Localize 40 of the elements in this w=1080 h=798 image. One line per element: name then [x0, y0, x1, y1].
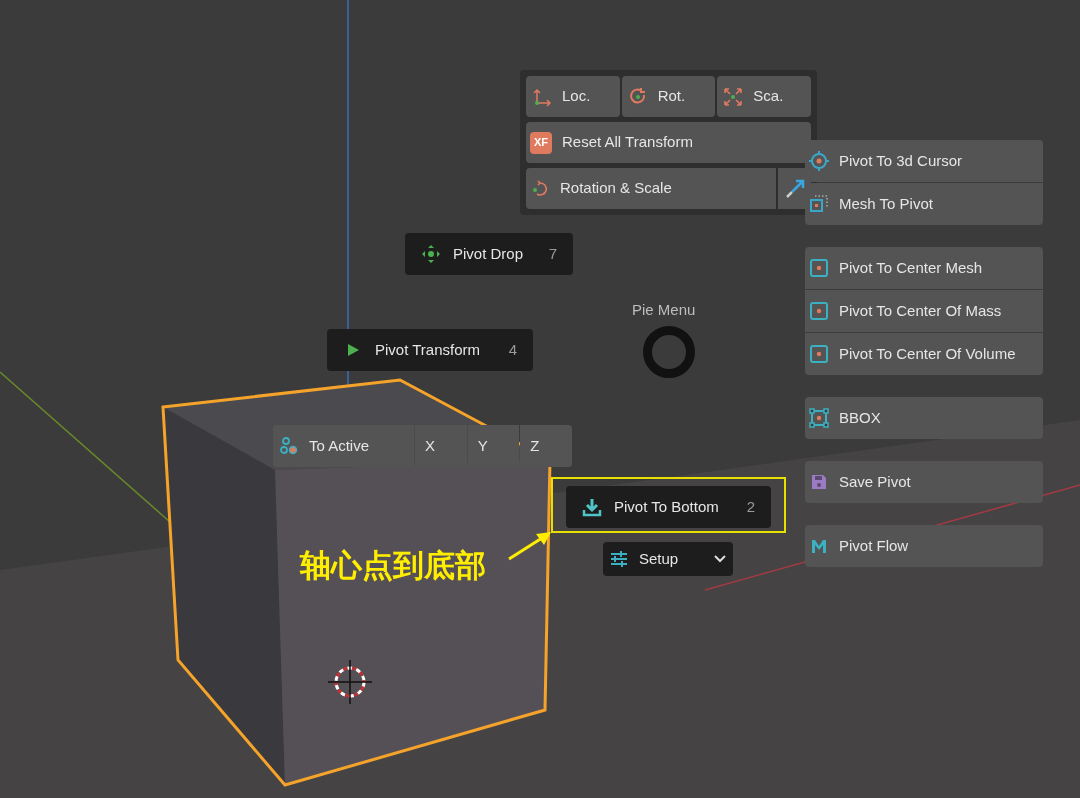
- reset-transform-button[interactable]: XF Reset All Transform: [526, 122, 811, 163]
- rotation-scale-button[interactable]: Rotation & Scale: [526, 168, 776, 209]
- setup-dropdown[interactable]: Setup: [603, 542, 733, 576]
- xf-icon: XF: [530, 131, 552, 154]
- transform-axis-button[interactable]: Sca.: [717, 76, 811, 117]
- pivot-option-button[interactable]: Pivot To Center Mesh: [805, 247, 1043, 289]
- pivot-option-button[interactable]: Pivot Flow: [805, 525, 1043, 567]
- pivot-option-button[interactable]: Pivot To 3d Cursor: [805, 140, 1043, 182]
- hotkey-number: 7: [548, 243, 557, 264]
- pivot-option-button[interactable]: Mesh To Pivot: [805, 183, 1043, 225]
- axis-arrows-icon: [532, 86, 552, 107]
- sliders-icon: [609, 549, 629, 569]
- to-active-button[interactable]: To Active: [273, 425, 414, 467]
- axis-button[interactable]: Y: [467, 425, 520, 467]
- pivot-option-button[interactable]: Save Pivot: [805, 461, 1043, 503]
- axis-button[interactable]: X: [415, 425, 467, 467]
- pie-menu-item[interactable]: Pivot To Bottom 2: [566, 486, 771, 528]
- pivot-option-button[interactable]: BBOX: [805, 397, 1043, 439]
- pivot-option-button[interactable]: Pivot To Center Of Volume: [805, 333, 1043, 375]
- transform-axis-button[interactable]: Rot.: [621, 76, 716, 117]
- transform-axis-button[interactable]: Loc.: [526, 76, 620, 117]
- undo-rotation-icon: [530, 178, 550, 199]
- pivot-option-button[interactable]: Pivot To Center Of Mass: [805, 290, 1043, 332]
- axis-button[interactable]: Z: [520, 425, 572, 467]
- move-arrows-icon: [421, 244, 441, 264]
- target-icon: [809, 151, 829, 171]
- pie-menu-item[interactable]: Pivot Drop 7: [405, 233, 573, 275]
- annotation-text: 轴心点到底部: [300, 546, 486, 585]
- download-icon: [582, 497, 602, 517]
- dots-cluster-icon: [279, 436, 299, 456]
- chevron-down-icon: [713, 554, 727, 564]
- bounding-box-icon: [809, 408, 829, 428]
- annotation-arrow: [508, 531, 552, 561]
- pie-menu-item[interactable]: Pivot Transform 4: [327, 329, 533, 371]
- rotate-icon: [627, 86, 648, 107]
- square-dotted-icon: [809, 194, 829, 214]
- expand-arrows-icon: [723, 86, 744, 107]
- pie-menu-label: Pie Menu: [632, 300, 696, 320]
- hotkey-number: 2: [746, 496, 755, 517]
- hotkey-number: 4: [508, 339, 517, 360]
